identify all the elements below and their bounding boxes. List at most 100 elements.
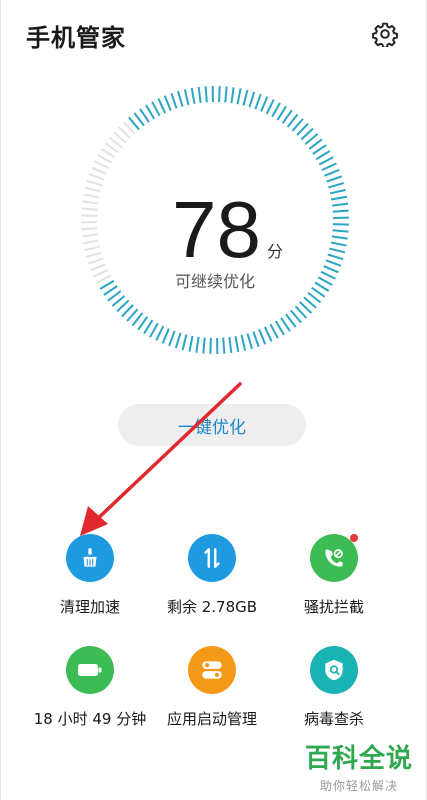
gauge-tick-empty [86, 179, 103, 187]
gauge-tick-filled [332, 229, 349, 233]
broom-icon [66, 534, 114, 582]
gauge-tick-filled [325, 259, 342, 267]
gauge-tick-empty [100, 148, 116, 159]
gauge-tick-filled [197, 86, 202, 104]
gauge-tick-empty [97, 154, 113, 164]
gauge-tick-filled [107, 290, 122, 302]
gauge-tick-filled [307, 291, 322, 304]
gauge-tick-filled [236, 88, 242, 105]
gauge-tick-filled [168, 330, 176, 347]
tile-label-harass: 骚扰拦截 [303, 598, 364, 616]
gauge-tick-empty [81, 233, 99, 238]
gauge-tick-filled [263, 326, 273, 342]
tile-label-virus: 病毒查杀 [303, 710, 364, 728]
gauge-tick-filled [265, 99, 275, 115]
tile-virus-scan[interactable]: 病毒查杀 [264, 646, 404, 736]
data-transfer-icon [188, 534, 236, 582]
gauge-tick-filled [218, 86, 221, 103]
gauge-tick-filled [327, 253, 344, 261]
gauge-tick-filled [291, 118, 304, 132]
gauge-tick-filled [285, 313, 297, 328]
gauge-tick-filled [246, 333, 253, 350]
gauge-tick-filled [303, 296, 317, 309]
gauge-tick-filled [131, 312, 144, 327]
score-value: 78 [172, 185, 261, 274]
gauge-tick-filled [240, 334, 247, 351]
score-unit: 分 [266, 242, 283, 261]
gauge-tick-empty [82, 200, 99, 205]
notification-dot [350, 534, 358, 542]
gauge-tick-filled [328, 182, 345, 189]
gauge-tick-empty [85, 251, 102, 258]
gauge-tick-empty [84, 186, 101, 193]
gauge-tick-filled [190, 87, 196, 104]
gauge-tick-filled [304, 133, 319, 145]
tile-label-app-launch: 应用启动管理 [166, 710, 257, 728]
gauge-tick-filled [202, 337, 206, 354]
gauge-tick-empty [81, 207, 98, 211]
gauge-tick-filled [274, 320, 285, 336]
shield-icon [310, 646, 358, 694]
gauge-tick-filled [258, 329, 267, 345]
watermark-subtitle: 助你轻松解决 [319, 779, 398, 793]
tile-storage[interactable]: 剩余 2.78GB [142, 534, 282, 624]
gauge-tick-filled [149, 322, 159, 338]
gauge-tick-filled [260, 96, 269, 112]
gauge-tick-filled [276, 105, 287, 121]
gauge-tick-filled [111, 295, 126, 307]
gauge-tick-filled [271, 102, 281, 118]
toggle-icon [188, 646, 236, 694]
page-title: 手机管家 [26, 24, 126, 52]
tile-clean-speed[interactable]: 清理加速 [20, 534, 160, 624]
gauge-tick-filled [329, 247, 346, 254]
gauge-tick-filled [195, 336, 200, 353]
tile-label-clean: 清理加速 [59, 598, 120, 616]
gauge-tick-filled [143, 319, 154, 335]
app-header: 手机管家 [0, 0, 427, 70]
tile-battery[interactable]: 18 小时 49 分钟 [20, 646, 160, 736]
gauge-tick-filled [324, 168, 340, 177]
gauge-tick-filled [254, 93, 262, 110]
settings-button[interactable] [371, 20, 399, 48]
gauge-tick-filled [155, 325, 165, 341]
gauge-tick-empty [84, 245, 101, 252]
frame-border-left [0, 0, 1, 800]
gauge-tick-filled [308, 138, 323, 150]
call-block-icon [310, 534, 358, 582]
gauge-tick-filled [133, 112, 145, 127]
gauge-tick-filled [290, 309, 302, 324]
gauge-tick-filled [326, 175, 343, 183]
gauge-tick-empty [88, 173, 105, 181]
gauge-tick-filled [163, 95, 172, 111]
gauge-tick-empty [82, 239, 99, 245]
gauge-tick-filled [280, 317, 291, 332]
gauge-tick-filled [209, 337, 212, 354]
gauge-tick-empty [91, 166, 107, 175]
gauge-tick-filled [204, 86, 208, 103]
gauge-tick-empty [81, 227, 98, 231]
watermark: 百科全说 助你轻松解决 [305, 738, 413, 794]
gauge-tick-filled [183, 89, 190, 106]
gauge-tick-empty [104, 142, 119, 154]
gauge-tick-filled [332, 223, 349, 226]
one-key-optimize-button[interactable]: 一键优化 [118, 404, 306, 446]
tile-label-storage: 剩余 2.78GB [166, 598, 258, 616]
tile-harass-block[interactable]: 骚扰拦截 [264, 534, 404, 624]
gauge-tick-filled [170, 92, 178, 109]
gauge-tick-filled [242, 89, 249, 106]
battery-icon [66, 646, 114, 694]
gauge-tick-empty [83, 193, 100, 199]
gauge-tick-empty [108, 136, 123, 149]
gauge-tick-empty [87, 257, 104, 265]
tile-label-battery: 18 小时 49 分钟 [33, 710, 147, 728]
gauge-tick-filled [145, 104, 156, 120]
gauge-tick-filled [312, 144, 327, 155]
gauge-tick-filled [188, 335, 194, 352]
gauge-tick-filled [177, 90, 184, 107]
gauge-tick-filled [331, 195, 348, 201]
tile-app-launch[interactable]: 应用启动管理 [142, 646, 282, 736]
gauge-tick-filled [126, 308, 139, 322]
gauge-tick-filled [139, 108, 150, 123]
gauge-tick-filled [329, 188, 346, 195]
gauge-tick-filled [157, 98, 167, 114]
